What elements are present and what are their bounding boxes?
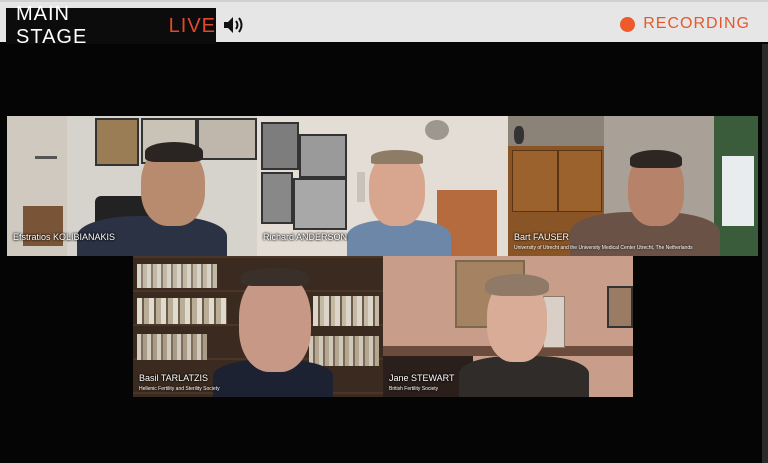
video-tile-participant-5[interactable]: Jane STEWART British Fertility Society xyxy=(383,256,633,397)
participant-affiliation-4: Hellenic Fertility and Sterility Society xyxy=(139,386,220,392)
speaker-volume-icon[interactable] xyxy=(222,14,246,36)
stage-title-block: MAIN STAGE LIVE xyxy=(6,3,216,48)
live-indicator: LIVE xyxy=(168,14,216,37)
participant-name-4: Basil TARLATZIS xyxy=(139,373,209,383)
video-tile-participant-4[interactable]: Basil TARLATZIS Hellenic Fertility and S… xyxy=(133,256,383,397)
stage-name: MAIN STAGE xyxy=(16,3,88,48)
video-tile-participant-2[interactable]: Richard ANDERSON xyxy=(257,116,508,256)
video-tile-participant-3[interactable]: Bart FAUSER University of Utrecht and th… xyxy=(508,116,758,256)
top-header-bar: MAIN STAGE LIVE RECORDING xyxy=(0,0,768,48)
video-tile-participant-1[interactable]: Efstratios KOLIBIANAKIS xyxy=(7,116,257,256)
red-dot-icon xyxy=(620,16,636,32)
participant-affiliation-3: University of Utrecht and the University… xyxy=(514,245,693,251)
participant-name-3: Bart FAUSER xyxy=(514,232,570,242)
recording-indicator: RECORDING xyxy=(620,15,750,33)
recording-label: RECORDING xyxy=(643,15,750,32)
participant-name-5: Jane STEWART xyxy=(389,373,455,383)
window-edge xyxy=(762,44,768,463)
participant-name-2: Richard ANDERSON xyxy=(263,232,348,242)
participant-name-1: Efstratios KOLIBIANAKIS xyxy=(13,232,116,242)
participant-affiliation-5: British Fertility Society xyxy=(389,386,439,392)
